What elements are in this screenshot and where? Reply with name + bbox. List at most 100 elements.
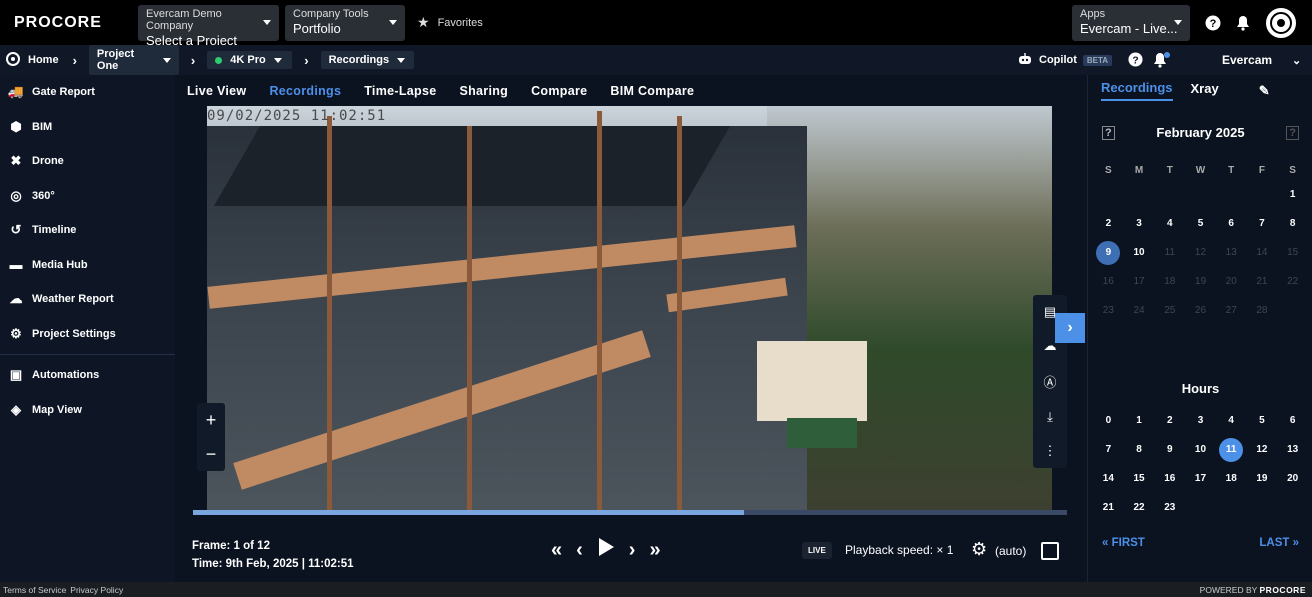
hour-cell[interactable]: 3 (1185, 406, 1216, 435)
previous-month-button[interactable]: ? (1102, 125, 1115, 140)
sidebar-item-gate-report[interactable]: 🚚 Gate Report (0, 75, 175, 110)
hour-cell[interactable]: 22 (1124, 493, 1155, 522)
hour-cell[interactable]: 0 (1093, 406, 1124, 435)
expand-panel-button[interactable]: › (1055, 313, 1085, 343)
calendar-day[interactable]: 6 (1216, 209, 1247, 238)
play-icon[interactable] (597, 537, 615, 563)
tab-recordings-panel[interactable]: Recordings (1101, 80, 1173, 101)
sidebar-item-360[interactable]: ◎ 360° (0, 179, 175, 214)
terms-link[interactable]: Terms of Service (3, 585, 66, 595)
tab-sharing[interactable]: Sharing (459, 84, 508, 98)
annotation-icon[interactable]: Ⓐ (1043, 372, 1056, 391)
tab-xray[interactable]: Xray (1191, 81, 1219, 100)
tab-live-view[interactable]: Live View (187, 84, 246, 98)
company-select[interactable]: Evercam Demo Company Select a Project (138, 4, 279, 48)
next-frame-icon[interactable]: › (629, 539, 636, 562)
bell-icon[interactable] (1234, 14, 1252, 32)
calendar-day[interactable]: 7 (1247, 209, 1278, 238)
sidebar-item-weather-report[interactable]: ☁ Weather Report (0, 282, 175, 317)
quality-label[interactable]: (auto) (995, 544, 1026, 558)
apps-select-label: Apps (1080, 7, 1106, 20)
fast-forward-icon[interactable]: » (649, 539, 660, 562)
avatar[interactable] (1264, 5, 1298, 40)
more-vertical-icon[interactable]: ⋮ (1044, 443, 1057, 459)
calendar-day[interactable]: 2 (1093, 209, 1124, 238)
tab-time-lapse[interactable]: Time-Lapse (364, 84, 436, 98)
hour-cell[interactable]: 5 (1247, 406, 1278, 435)
hour-cell[interactable]: 23 (1154, 493, 1185, 522)
project-select[interactable]: Project One (88, 45, 179, 75)
previous-frame-icon[interactable]: ‹ (576, 539, 583, 562)
sidebar-item-automations[interactable]: ▣ Automations (0, 358, 175, 393)
apps-select-value: Evercam - Live... (1080, 20, 1178, 36)
sidebar-item-drone[interactable]: ✖ Drone (0, 144, 175, 179)
fullscreen-icon[interactable] (1041, 542, 1059, 560)
calendar-day[interactable]: 1 (1277, 180, 1308, 209)
calendar: SMTWTFS 1 2 3 4 5 6 7 8 9 10 11 12 13 14 15 16 17 18 19 20 2… (1093, 160, 1308, 325)
calendar-day[interactable]: 8 (1277, 209, 1308, 238)
company-select-label: Evercam Demo Company (146, 7, 222, 32)
camera-select[interactable]: 4K Pro (207, 51, 293, 69)
calendar-day[interactable]: 3 (1124, 209, 1155, 238)
last-button[interactable]: LAST » (1259, 537, 1299, 549)
procore-logo[interactable]: PROCORE (14, 14, 138, 32)
help-icon[interactable]: ? (1204, 14, 1222, 32)
hour-cell[interactable]: 18 (1216, 464, 1247, 493)
hour-cell[interactable]: 14 (1093, 464, 1124, 493)
sidebar-item-timeline[interactable]: ↺ Timeline (0, 213, 175, 248)
magic-wand-icon[interactable]: ✎ (1259, 83, 1270, 99)
hour-cell[interactable]: 6 (1277, 406, 1308, 435)
playback-speed[interactable]: Playback speed: × 1 (845, 543, 953, 557)
calendar-day[interactable]: 4 (1154, 209, 1185, 238)
first-button[interactable]: « FIRST (1102, 537, 1145, 549)
breadcrumb-home[interactable]: Home (6, 51, 59, 69)
hour-cell[interactable]: 11 (1216, 435, 1247, 464)
camera-image[interactable]: 09/02/2025 11:02:51 (207, 106, 1052, 511)
camera-label: 4K Pro (230, 54, 266, 66)
tools-select[interactable]: Company Tools Portfolio (285, 4, 405, 41)
hour-cell[interactable]: 19 (1247, 464, 1278, 493)
apps-select[interactable]: Apps Evercam - Live... (1072, 4, 1190, 41)
rewind-icon[interactable]: « (551, 539, 562, 562)
hour-cell[interactable]: 8 (1124, 435, 1155, 464)
hour-cell[interactable]: 1 (1124, 406, 1155, 435)
calendar-blank (1247, 180, 1278, 209)
calendar-day[interactable]: 10 (1124, 238, 1155, 267)
sidebar-item-media-hub[interactable]: ▬ Media Hub (0, 248, 175, 283)
help-icon[interactable]: ? (1128, 52, 1143, 70)
tab-bim-compare[interactable]: BIM Compare (610, 84, 694, 98)
bell-icon[interactable] (1153, 52, 1171, 71)
account-menu[interactable]: Evercam ⌄ (1222, 53, 1301, 67)
sidebar-item-project-settings[interactable]: ⚙ Project Settings (0, 317, 175, 352)
next-month-button[interactable]: ? (1286, 125, 1299, 140)
hour-cell[interactable]: 2 (1154, 406, 1185, 435)
sidebar-item-bim[interactable]: ⬢ BIM (0, 110, 175, 145)
tab-compare[interactable]: Compare (531, 84, 587, 98)
first-label: FIRST (1111, 537, 1145, 549)
hour-cell[interactable]: 17 (1185, 464, 1216, 493)
copilot-button[interactable]: Copilot BETA (1018, 45, 1113, 75)
privacy-link[interactable]: Privacy Policy (70, 585, 123, 595)
live-button[interactable]: LIVE (802, 542, 832, 559)
hour-cell[interactable]: 12 (1247, 435, 1278, 464)
hour-cell[interactable]: 7 (1093, 435, 1124, 464)
calendar-day[interactable]: 5 (1185, 209, 1216, 238)
tab-recordings[interactable]: Recordings (269, 84, 341, 98)
download-icon[interactable]: ⤓ (1047, 409, 1053, 425)
hour-cell[interactable]: 21 (1093, 493, 1124, 522)
hour-cell[interactable]: 15 (1124, 464, 1155, 493)
hour-cell[interactable]: 16 (1154, 464, 1185, 493)
zoom-in-button[interactable]: + (206, 410, 217, 431)
favorites-button[interactable]: ★ Favorites (417, 14, 483, 31)
gear-icon[interactable]: ⚙ (971, 539, 987, 560)
chevron-right-icon: › (304, 52, 309, 68)
zoom-out-button[interactable]: − (206, 444, 217, 465)
hour-cell[interactable]: 20 (1277, 464, 1308, 493)
section-select[interactable]: Recordings (320, 51, 414, 69)
hour-cell[interactable]: 10 (1185, 435, 1216, 464)
hour-cell[interactable]: 9 (1154, 435, 1185, 464)
calendar-day[interactable]: 9 (1093, 238, 1124, 267)
hour-cell[interactable]: 13 (1277, 435, 1308, 464)
hour-cell[interactable]: 4 (1216, 406, 1247, 435)
sidebar-item-map-view[interactable]: ◈ Map View (0, 393, 175, 428)
